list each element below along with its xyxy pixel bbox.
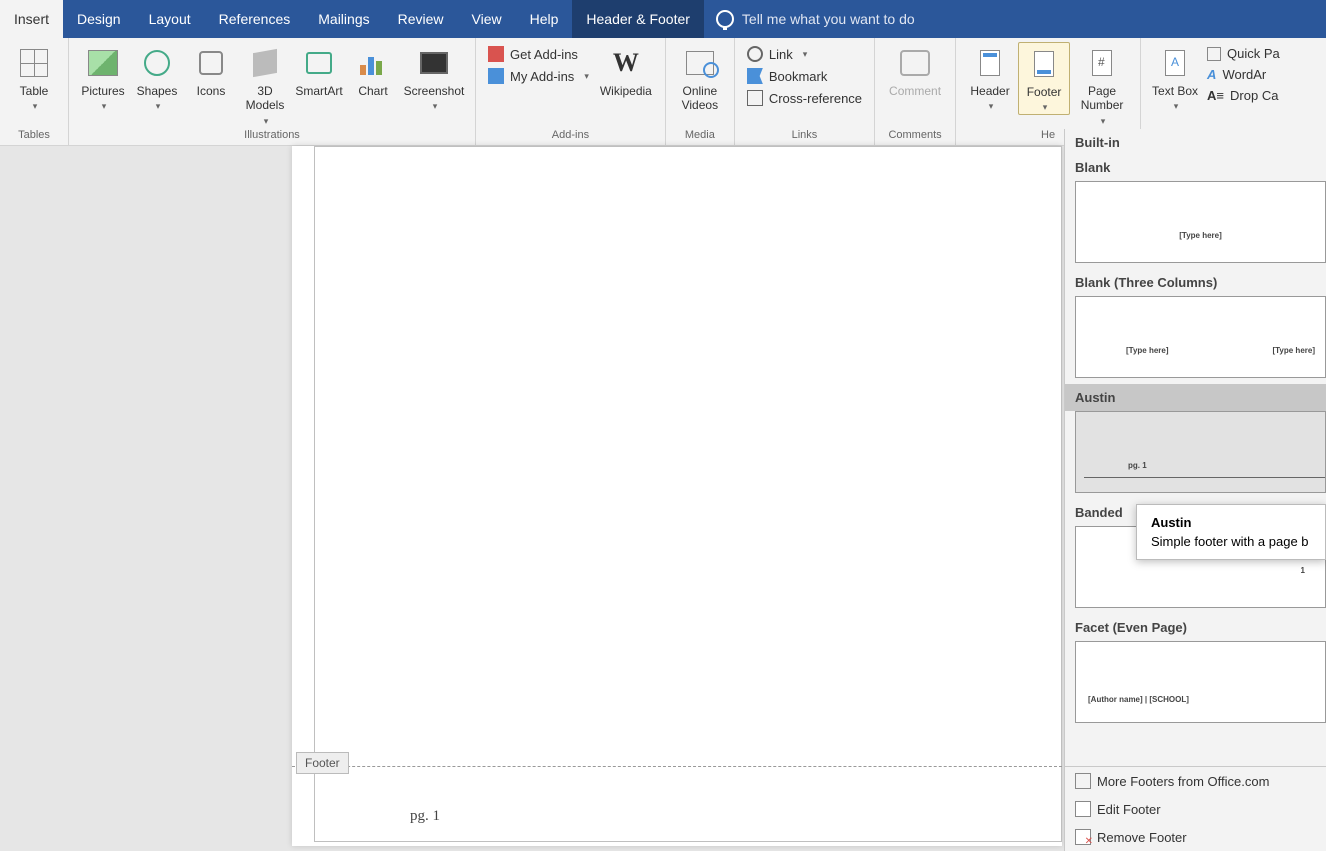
footer-tag: Footer — [296, 752, 349, 774]
wordart-icon: A — [1207, 67, 1216, 82]
footer-button[interactable]: Footer — [1018, 42, 1070, 115]
group-addins: Get Add-ins My Add-ins▾ WWikipedia Add-i… — [476, 38, 666, 145]
tab-view[interactable]: View — [458, 0, 516, 38]
tell-me-wrap — [704, 0, 974, 38]
remove-footer-button[interactable]: Remove Footer — [1065, 823, 1326, 851]
group-addins-label: Add-ins — [484, 129, 657, 145]
drop-cap-button[interactable]: A≡Drop Ca — [1203, 86, 1284, 105]
video-icon — [686, 51, 714, 75]
wikipedia-button[interactable]: WWikipedia — [595, 42, 657, 98]
tab-insert[interactable]: Insert — [0, 0, 63, 38]
group-media: Online Videos Media — [666, 38, 735, 145]
icons-button[interactable]: Icons — [185, 42, 237, 98]
tell-me-input[interactable] — [742, 11, 962, 27]
tab-design[interactable]: Design — [63, 0, 135, 38]
cross-reference-button[interactable]: Cross-reference — [743, 88, 866, 108]
wikipedia-icon: W — [613, 47, 639, 78]
group-illustrations: Pictures Shapes Icons 3D Models SmartArt… — [69, 38, 476, 145]
group-media-label: Media — [674, 129, 726, 145]
gallery-item-blank[interactable]: Blank [Type here] — [1065, 154, 1326, 269]
my-addins-button[interactable]: My Add-ins▾ — [484, 66, 593, 86]
icons-icon — [199, 51, 223, 75]
gallery-item-facet[interactable]: Facet (Even Page) [Author name] | [SCHOO… — [1065, 614, 1326, 729]
text-box-icon — [1165, 50, 1185, 76]
group-illustrations-label: Illustrations — [77, 129, 467, 145]
gallery-footer-commands: More Footers from Office.com Edit Footer… — [1065, 766, 1326, 851]
page-border — [314, 146, 1062, 842]
lightbulb-icon — [716, 10, 734, 28]
tab-strip: Insert Design Layout References Mailings… — [0, 0, 1326, 38]
link-icon — [747, 46, 763, 62]
preview-blank-3col: [Type here] [Type here] — [1075, 296, 1326, 378]
document-page[interactable]: pg. 1 — [292, 146, 1062, 846]
group-links-label: Links — [743, 129, 866, 145]
edit-icon — [1075, 801, 1091, 817]
edit-footer-button[interactable]: Edit Footer — [1065, 795, 1326, 823]
smartart-button[interactable]: SmartArt — [293, 42, 345, 98]
shapes-button[interactable]: Shapes — [131, 42, 183, 113]
group-tables-label: Tables — [8, 129, 60, 145]
quick-parts-button[interactable]: Quick Pa — [1203, 44, 1284, 63]
store-icon — [488, 46, 504, 62]
group-comments: Comment Comments — [875, 38, 956, 145]
group-links: Link▾ Bookmark Cross-reference Links — [735, 38, 875, 145]
screenshot-icon — [420, 52, 448, 74]
footer-gallery: Built-in Blank [Type here] Blank (Three … — [1064, 129, 1326, 851]
header-button[interactable]: Header — [964, 42, 1016, 113]
gallery-builtin-header: Built-in — [1065, 129, 1326, 154]
remove-icon — [1075, 829, 1091, 845]
cross-ref-icon — [747, 90, 763, 106]
group-tables: Table Tables — [0, 38, 69, 145]
link-button[interactable]: Link▾ — [743, 44, 866, 64]
chart-icon — [360, 51, 386, 75]
smartart-icon — [306, 52, 332, 74]
footer-icon — [1034, 51, 1054, 77]
online-videos-button[interactable]: Online Videos — [674, 42, 726, 113]
table-label: Table — [20, 84, 49, 98]
page-number-button[interactable]: Page Number — [1072, 42, 1132, 127]
workspace: pg. 1 Footer Built-in Blank [Type here] … — [0, 146, 1326, 851]
screenshot-button[interactable]: Screenshot — [401, 42, 467, 113]
bookmark-button[interactable]: Bookmark — [743, 66, 866, 86]
bookmark-icon — [747, 68, 763, 84]
comment-icon — [900, 50, 930, 76]
tab-header-footer[interactable]: Header & Footer — [572, 0, 704, 38]
gallery-item-blank-3col[interactable]: Blank (Three Columns) [Type here] [Type … — [1065, 269, 1326, 384]
drop-cap-icon: A≡ — [1207, 88, 1224, 103]
tab-layout[interactable]: Layout — [135, 0, 205, 38]
chart-button[interactable]: Chart — [347, 42, 399, 98]
footer-boundary — [292, 766, 1062, 767]
addins-icon — [488, 68, 504, 84]
group-comments-label: Comments — [883, 129, 947, 145]
preview-blank: [Type here] — [1075, 181, 1326, 263]
pictures-icon — [88, 50, 118, 76]
comment-button[interactable]: Comment — [883, 42, 947, 98]
3d-icon — [253, 49, 277, 77]
page-number-icon — [1092, 50, 1112, 76]
page-number-text: pg. 1 — [410, 808, 440, 825]
tab-help[interactable]: Help — [516, 0, 573, 38]
table-button[interactable]: Table — [8, 42, 60, 113]
preview-austin: pg. 1 — [1075, 411, 1326, 493]
tab-review[interactable]: Review — [384, 0, 458, 38]
quick-parts-icon — [1207, 47, 1221, 61]
tab-references[interactable]: References — [205, 0, 305, 38]
gallery-item-austin[interactable]: Austin pg. 1 — [1065, 384, 1326, 499]
more-footers-button[interactable]: More Footers from Office.com — [1065, 767, 1326, 795]
table-icon — [20, 49, 48, 77]
pictures-button[interactable]: Pictures — [77, 42, 129, 113]
header-icon — [980, 50, 1000, 76]
gallery-icon — [1075, 773, 1091, 789]
tab-mailings[interactable]: Mailings — [304, 0, 383, 38]
austin-tooltip: Austin Simple footer with a page b — [1136, 504, 1326, 560]
3d-models-button[interactable]: 3D Models — [239, 42, 291, 127]
shapes-icon — [144, 50, 170, 76]
wordart-button[interactable]: AWordAr — [1203, 65, 1284, 84]
get-addins-button[interactable]: Get Add-ins — [484, 44, 593, 64]
text-box-button[interactable]: Text Box — [1149, 42, 1201, 113]
preview-facet: [Author name] | [SCHOOL] — [1075, 641, 1326, 723]
